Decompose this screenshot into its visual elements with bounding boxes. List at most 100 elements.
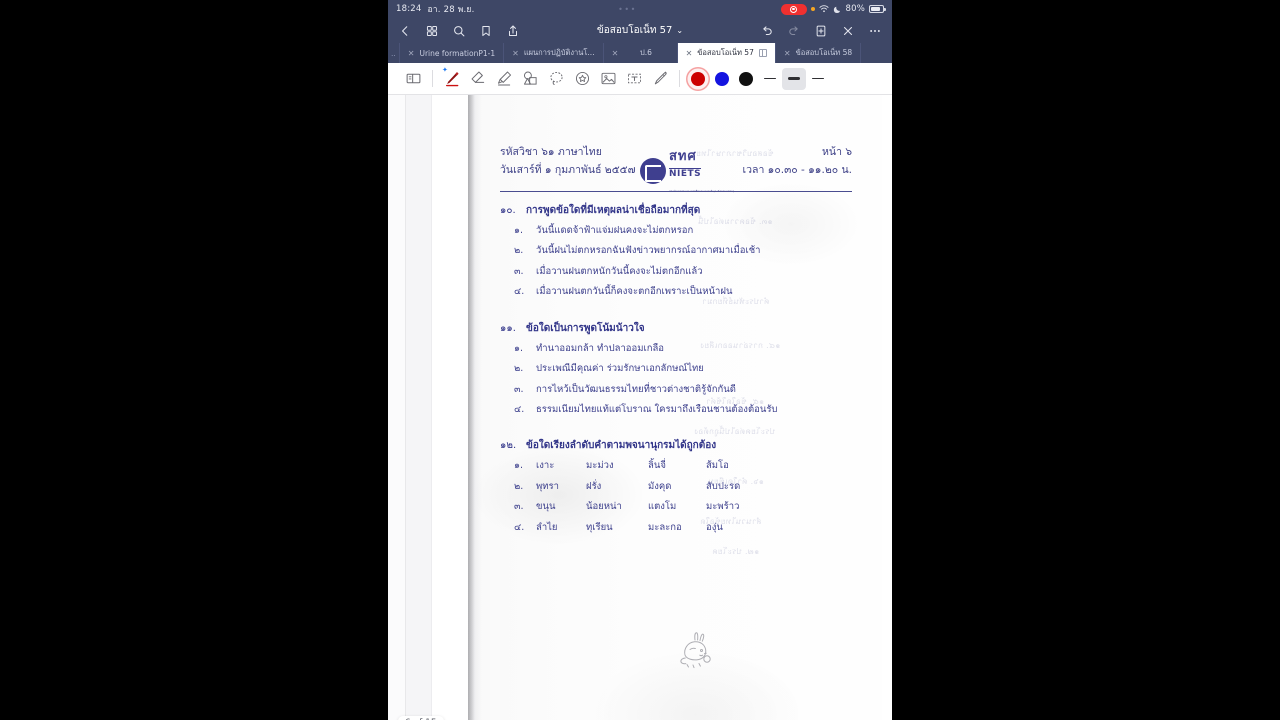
- option-row[interactable]: ๓. ขนุน น้อยหน่า แตงโม มะพร้าว: [500, 497, 860, 517]
- header-rule: [500, 191, 852, 192]
- share-icon[interactable]: [506, 24, 520, 38]
- tab-label: ข้อสอบโอเน็ท 57: [697, 48, 754, 57]
- word: มังคุด: [648, 480, 672, 492]
- add-page-icon[interactable]: [814, 24, 828, 38]
- stroke-thin[interactable]: [758, 68, 782, 90]
- option-number: ๑.: [514, 342, 524, 354]
- tape-icon[interactable]: [647, 66, 673, 92]
- highlighter-icon[interactable]: [491, 66, 517, 92]
- tab-onet-57[interactable]: ✕ ข้อสอบโอเน็ท 57: [677, 43, 776, 63]
- pen-icon[interactable]: ✦: [439, 66, 465, 92]
- option-row[interactable]: ๒. พุทรา ฝรั่ง มังคุด สับปะรด: [500, 477, 860, 497]
- battery-percent: 80%: [845, 4, 865, 14]
- option-row[interactable]: ๓. เมื่อวานฝนตกหนักวันนี้คงจะไม่ตกอีกแล้…: [500, 262, 860, 282]
- word: ทุเรียน: [586, 521, 613, 533]
- status-bar-right: 80%: [780, 3, 886, 15]
- word: องุ่น: [706, 521, 723, 533]
- tab-close-icon[interactable]: ✕: [784, 49, 791, 58]
- tab-work-plan[interactable]: ✕ แผนการปฏิบัติงานโ...: [504, 43, 604, 63]
- tab-close-icon[interactable]: ✕: [408, 49, 415, 58]
- option-number: ๓.: [514, 383, 524, 395]
- chevron-down-icon[interactable]: ⌄: [676, 26, 683, 35]
- option-row[interactable]: ๔. ธรรมเนียมไทยแท้แต่โบราณ ใครมาถึงเรือน…: [500, 400, 860, 420]
- tab-close-icon[interactable]: ✕: [686, 49, 693, 58]
- page-label: หน้า ๖: [822, 146, 852, 158]
- back-chevron-icon[interactable]: [398, 24, 412, 38]
- logo-thai-text: สทศ: [669, 149, 697, 164]
- word: มะม่วง: [586, 460, 614, 472]
- tab-close-icon[interactable]: ✕: [512, 49, 519, 58]
- close-icon[interactable]: [841, 24, 855, 38]
- option-words: พุทรา ฝรั่ง มังคุด สับปะรด: [536, 477, 740, 497]
- stroke-thick[interactable]: [806, 68, 830, 90]
- tab-p6[interactable]: ✕ ป.6: [604, 43, 678, 63]
- subject-code: รหัสวิชา ๖๑ ภาษาไทย: [500, 146, 602, 158]
- option-row[interactable]: ๒. วันนี้ฝนไม่ตกหรอกฉันฟังข่าวพยากรณ์อาก…: [500, 241, 860, 261]
- option-text: ทำนาออมกล้า ทำปลาออมเกลือ: [536, 342, 665, 354]
- option-row[interactable]: ๑. ทำนาออมกล้า ทำปลาออมเกลือ: [500, 339, 860, 359]
- sticker-icon[interactable]: [569, 66, 595, 92]
- option-row[interactable]: ๔. เมื่อวานฝนตกวันนี้ก็คงจะตกอีกเพราะเป็…: [500, 282, 860, 302]
- exam-header-left: รหัสวิชา ๖๑ ภาษาไทย วันเสาร์ที่ ๑ กุมภาพ…: [500, 143, 636, 180]
- stroke-medium[interactable]: [782, 67, 806, 90]
- grid-icon[interactable]: [425, 24, 439, 38]
- option-number: ๑.: [514, 225, 524, 236]
- wifi-icon: [818, 5, 829, 13]
- document-canvas[interactable]: ข้อสอบวิชาภาษาไทย ๑๓. ข้อความต่อไปนี้ คำ…: [388, 95, 892, 720]
- option-row[interactable]: ๑. เงาะ มะม่วง ลิ้นจี่ ส้มโอ: [500, 456, 860, 476]
- page-sheet[interactable]: ข้อสอบวิชาภาษาไทย ๑๓. ข้อความต่อไปนี้ คำ…: [432, 95, 892, 720]
- tool-palette: ✦: [388, 63, 892, 95]
- nav-right-group: [760, 24, 882, 38]
- option-row[interactable]: ๒. ประเพณีมีคุณค่า ร่วมรักษาเอกลักษณ์ไทย: [500, 359, 860, 379]
- moon-icon: [833, 6, 840, 13]
- eraser-icon[interactable]: [465, 66, 491, 92]
- option-row[interactable]: ๑. วันนี้แดดจ้าฟ้าแจ่มฝนคงจะไม่ตกหรอก: [500, 221, 860, 241]
- tab-label: Urine formationP1-1: [419, 48, 496, 58]
- option-text: ประเพณีมีคุณค่า ร่วมรักษาเอกลักษณ์ไทย: [536, 363, 704, 375]
- word: ขนุน: [536, 501, 556, 513]
- document-title-button[interactable]: ข้อสอบโอเน็ท 57 ⌄: [520, 23, 760, 38]
- color-blue[interactable]: [710, 67, 734, 91]
- word: สับปะรด: [706, 480, 741, 492]
- option-row[interactable]: ๔. ลำไย ทุเรียน มะละกอ องุ่น: [500, 518, 860, 538]
- scanned-exam-page: ข้อสอบวิชาภาษาไทย ๑๓. ข้อความต่อไปนี้ คำ…: [468, 95, 882, 720]
- color-red[interactable]: [686, 66, 710, 91]
- exam-date: วันเสาร์ที่ ๑ กุมภาพันธ์ ๒๕๕๗: [500, 164, 636, 177]
- exam-header: รหัสวิชา ๖๑ ภาษาไทย วันเสาร์ที่ ๑ กุมภาพ…: [500, 143, 852, 193]
- text-box-icon[interactable]: [621, 66, 647, 92]
- question-12: ๑๒. ข้อใดเรียงลำดับคำตามพจนานุกรมได้ถูกต…: [500, 438, 860, 538]
- tab-close-icon[interactable]: ✕: [612, 49, 619, 58]
- undo-icon[interactable]: [760, 24, 774, 38]
- tab-overflow[interactable]: ..: [388, 43, 400, 63]
- question-number: ๑๑.: [500, 322, 516, 334]
- bookmark-icon[interactable]: [479, 24, 493, 38]
- rabbit-doodle-icon: [680, 632, 711, 669]
- nav-left-group: [398, 24, 520, 38]
- lasso-icon[interactable]: [543, 66, 569, 92]
- question-10: ๑๐. การพูดข้อใดที่มีเหตุผลน่าเชื่อถือมาก…: [500, 203, 860, 303]
- page-gutter-inner: [406, 95, 432, 720]
- color-blue-swatch: [715, 71, 729, 86]
- status-bar-left: 18:24 อา. 28 พ.ย.: [396, 2, 475, 16]
- bluetooth-icon: ✦: [442, 65, 448, 74]
- image-icon[interactable]: [595, 66, 621, 92]
- color-black[interactable]: [734, 67, 758, 91]
- question-text: การพูดข้อใดที่มีเหตุผลน่าเชื่อถือมากที่ส…: [526, 205, 701, 216]
- record-indicator-icon[interactable]: [780, 3, 807, 15]
- option-row[interactable]: ๓. การไหว้เป็นวัฒนธรรมไทยที่ชาวต่างชาติร…: [500, 380, 860, 400]
- shapes-icon[interactable]: [517, 66, 543, 92]
- status-time: 18:24: [396, 4, 422, 14]
- redo-icon[interactable]: [787, 24, 801, 38]
- battery-icon: [869, 5, 886, 13]
- tab-page-icon: [758, 49, 767, 57]
- tab-urine-formation[interactable]: ✕ Urine formationP1-1: [400, 43, 505, 63]
- word: พุทรา: [536, 480, 559, 492]
- word: มะละกอ: [648, 521, 682, 533]
- more-icon[interactable]: [868, 24, 882, 38]
- toolbar-divider-2: [679, 70, 680, 87]
- page-layout-icon[interactable]: [400, 66, 426, 92]
- exam-header-right: หน้า ๖ เวลา ๑๐.๓๐ - ๑๑.๒๐ น.: [743, 143, 852, 180]
- search-icon[interactable]: [452, 24, 466, 38]
- tab-onet-58[interactable]: ✕ ข้อสอบโอเน็ท 58: [776, 43, 862, 63]
- tab-bar: .. ✕ Urine formationP1-1 ✕ แผนการปฏิบัติ…: [388, 43, 892, 63]
